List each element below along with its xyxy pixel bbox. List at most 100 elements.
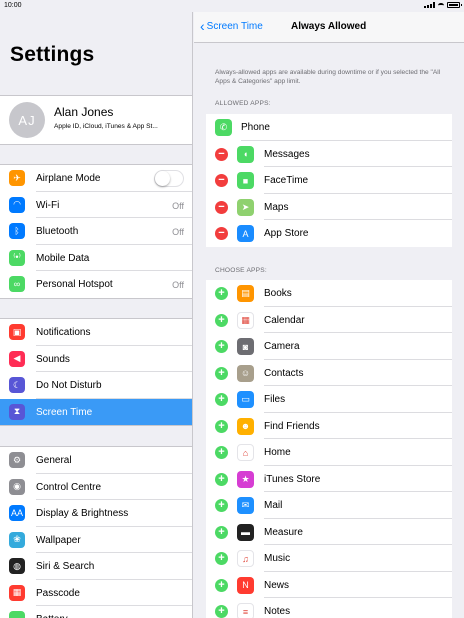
sidebar-item-screen-time[interactable]: ⧗ Screen Time — [0, 398, 192, 425]
notes-icon: ≡ — [237, 603, 254, 618]
app-label: App Store — [264, 228, 309, 239]
sidebar-item-mobile-data[interactable]: ⁽•⁾ Mobile Data — [0, 245, 192, 271]
sidebar-item-personal-hotspot[interactable]: ∞ Personal Hotspot Off — [0, 271, 192, 298]
remove-maps-button[interactable]: − — [215, 200, 228, 214]
app-label: News — [264, 579, 290, 591]
notifications-group: ▣ Notifications ◀ Sounds ☾ Do Not Disturb ⧗ Scr… — [0, 318, 192, 426]
app-label: Files — [264, 394, 286, 405]
apple-id-profile[interactable]: AJ Alan Jones Apple ID, iCloud, iTunes &… — [0, 95, 192, 145]
allowed-app-facetime: − ■ FaceTime — [206, 167, 452, 194]
sidebar-item-label: Airplane Mode — [36, 173, 101, 184]
chevron-left-icon: ‹ — [200, 17, 205, 34]
sidebar-item-label: Display & Brightness — [36, 508, 129, 519]
add-camera-button[interactable]: + — [215, 340, 228, 353]
sidebar-item-control-centre[interactable]: ◉ Control Centre — [0, 474, 192, 500]
phone-icon: ✆ — [215, 119, 232, 136]
settings-sidebar: Settings AJ Alan Jones Apple ID, iCloud,… — [0, 12, 193, 618]
remove-app-store-button[interactable]: − — [215, 227, 228, 240]
add-itunes-store-button[interactable]: + — [215, 472, 228, 486]
add-books-button[interactable]: + — [215, 287, 228, 300]
remove-messages-button[interactable]: − — [215, 147, 228, 161]
sidebar-item-sounds[interactable]: ◀ Sounds — [0, 346, 192, 372]
sidebar-item-airplane-mode[interactable]: ✈ Airplane Mode — [0, 165, 192, 192]
always-allowed-pane: ‹ Screen Time Always Allowed Always-allo… — [194, 12, 464, 618]
back-button[interactable]: ‹ Screen Time — [200, 17, 263, 34]
sidebar-item-label: Wallpaper — [36, 534, 81, 546]
allowed-apps-header: ALLOWED APPS: — [215, 100, 271, 107]
sidebar-item-label: Bluetooth — [36, 226, 79, 237]
choose-app-books: + ▤ Books — [206, 280, 452, 307]
camera-icon: ◙ — [237, 338, 254, 355]
hourglass-icon: ⧗ — [9, 403, 25, 420]
sidebar-item-label: Sounds — [36, 353, 70, 365]
battery-icon: ▬ — [9, 611, 25, 618]
bluetooth-icon: ᛒ — [9, 223, 25, 239]
sidebar-item-wallpaper[interactable]: ❀ Wallpaper — [0, 527, 192, 553]
sidebar-item-notifications[interactable]: ▣ Notifications — [0, 319, 192, 346]
sidebar-item-passcode[interactable]: ▦ Passcode — [0, 580, 192, 606]
sidebar-item-display-and-brightness[interactable]: AA Display & Brightness — [0, 500, 192, 527]
sidebar-item-battery[interactable]: ▬ Battery — [0, 606, 192, 618]
add-music-button[interactable]: + — [215, 552, 228, 565]
choose-apps-header: CHOOSE APPS: — [215, 267, 267, 274]
sidebar-item-do-not-disturb[interactable]: ☾ Do Not Disturb — [0, 372, 192, 399]
status-icons — [424, 2, 462, 8]
sidebar-item-general[interactable]: ⚙ General — [0, 447, 192, 474]
add-measure-button[interactable]: + — [215, 525, 228, 539]
choose-app-mail: + ✉ Mail — [206, 492, 452, 519]
sidebar-item-value: Off — [172, 280, 184, 290]
allowed-apps-list: ✆ Phone − ◖ Messages − ■ FaceTime − ➤ Maps − A App St… — [206, 114, 452, 247]
sidebar-item-label: Passcode — [36, 587, 80, 599]
back-label: Screen Time — [206, 21, 263, 32]
general-group: ⚙ General ◉ Control Centre AA Display & Brigh… — [0, 446, 192, 618]
messages-icon: ◖ — [237, 145, 254, 163]
battery-status-icon — [447, 2, 462, 8]
app-label: Contacts — [264, 367, 304, 379]
sidebar-item-label: Mobile Data — [36, 252, 90, 264]
remove-facetime-button[interactable]: − — [215, 174, 228, 187]
contacts-icon: ☺ — [237, 364, 254, 382]
sidebar-item-label: Do Not Disturb — [36, 380, 102, 391]
switches-icon: ◉ — [9, 478, 25, 495]
sidebar-item-label: General — [36, 455, 72, 466]
status-bar: 10:00 — [0, 0, 464, 12]
add-find-friends-button[interactable]: + — [215, 419, 228, 433]
sidebar-item-label: Wi-Fi — [36, 199, 60, 211]
add-news-button[interactable]: + — [215, 578, 228, 592]
choose-apps-list: + ▤ Books + ▦ Calendar + ◙ Camera + ☺ Contacts + ▭ Fil… — [206, 280, 452, 618]
choose-app-notes: + ≡ Notes — [206, 598, 452, 618]
news-icon: N — [237, 576, 254, 594]
add-files-button[interactable]: + — [215, 393, 228, 406]
itunes-icon: ★ — [237, 470, 254, 488]
page-title: Settings — [10, 43, 95, 66]
app-label: Measure — [264, 526, 303, 538]
sidebar-item-value: Off — [172, 200, 184, 211]
appstore-icon: A — [237, 225, 254, 242]
add-contacts-button[interactable]: + — [215, 366, 228, 380]
sidebar-item-wi-fi[interactable]: ◠ Wi-Fi Off — [0, 192, 192, 218]
allowed-app-maps: − ➤ Maps — [206, 194, 452, 220]
app-label: Calendar — [264, 314, 305, 326]
app-label: Camera — [264, 341, 300, 352]
add-home-button[interactable]: + — [215, 446, 228, 459]
allowed-app-app-store: − A App Store — [206, 220, 452, 247]
maps-icon: ➤ — [237, 198, 254, 216]
navigation-bar: ‹ Screen Time Always Allowed — [194, 12, 464, 43]
sidebar-item-siri-and-search[interactable]: ◍ Siri & Search — [0, 553, 192, 580]
choose-app-files: + ▭ Files — [206, 386, 452, 413]
gear-icon: ⚙ — [9, 452, 25, 468]
airplane-mode-toggle[interactable] — [154, 170, 184, 187]
signal-icon — [424, 2, 435, 8]
sidebar-item-bluetooth[interactable]: ᛒ Bluetooth Off — [0, 218, 192, 245]
speaker-icon: ◀ — [9, 350, 25, 367]
profile-name: Alan Jones — [54, 105, 114, 119]
sidebar-item-label: Personal Hotspot — [36, 279, 113, 290]
add-notes-button[interactable]: + — [215, 605, 228, 618]
hotspot-icon: ∞ — [9, 276, 25, 292]
add-calendar-button[interactable]: + — [215, 313, 228, 327]
add-mail-button[interactable]: + — [215, 499, 228, 512]
avatar: AJ — [9, 102, 45, 138]
status-time: 10:00 — [4, 2, 22, 9]
mail-icon: ✉ — [237, 497, 254, 514]
wifi-icon: ◠ — [9, 196, 25, 213]
